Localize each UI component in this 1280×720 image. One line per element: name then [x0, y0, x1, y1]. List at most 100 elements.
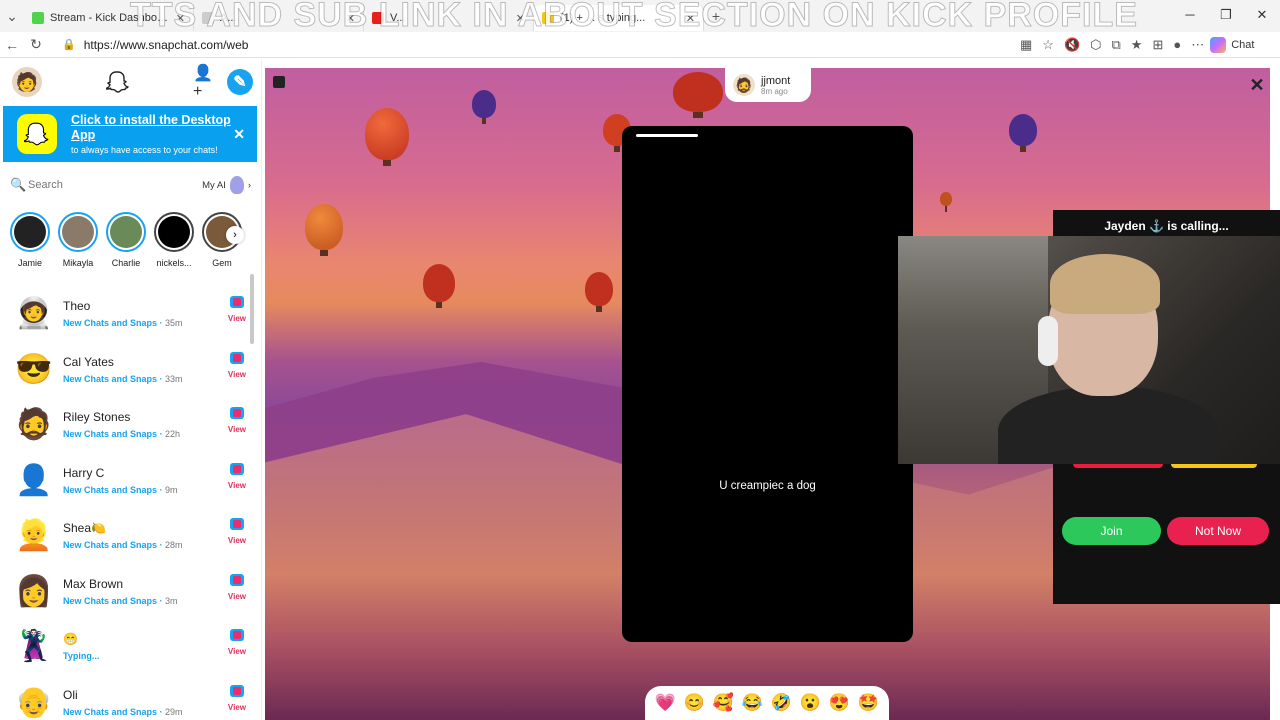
add-friend-icon[interactable]: 👤+ [193, 65, 219, 100]
call-panel-strips [1073, 464, 1258, 468]
url-field[interactable]: 🔒 https://www.snapchat.com/web [54, 33, 1014, 56]
my-bitmoji-avatar[interactable]: 🧑 [12, 67, 42, 97]
chat-row[interactable]: 👤 Harry C New Chats and Snaps · 9m View [0, 453, 258, 509]
chat-row[interactable]: 👴 Oli New Chats and Snaps · 29m View [0, 675, 258, 720]
chat-list: 🧑‍🚀 Theo New Chats and Snaps · 35m View … [0, 286, 258, 720]
snap-card[interactable]: U creampiec a dog [622, 126, 913, 642]
close-story-icon[interactable]: ✕ [1246, 74, 1268, 96]
decline-call-button[interactable]: Not Now [1167, 517, 1269, 545]
snap-camera-icon [229, 629, 244, 641]
close-tab-icon[interactable]: ✕ [346, 12, 355, 25]
balloon-image [940, 192, 952, 212]
reaction-rofl[interactable]: 🤣 [771, 693, 792, 713]
new-chat-button[interactable]: ✎ [227, 69, 253, 95]
search-row: 🔍 My AI › [10, 174, 251, 196]
view-snap-button[interactable]: View [228, 296, 246, 323]
new-tab-icon[interactable]: + [704, 8, 728, 24]
more-icon[interactable]: ⋯ [1191, 37, 1204, 53]
grid-icon[interactable]: ▦ [1020, 37, 1032, 53]
reaction-love[interactable]: 🥰 [713, 693, 734, 713]
story-item[interactable]: Mikayla [58, 212, 98, 272]
search-input[interactable] [28, 179, 203, 191]
story-poster[interactable]: 🧔 jjmont 8m ago [725, 68, 811, 102]
browser-tab-snapchat[interactable]: (1) + ... s typing... ✕ [534, 5, 704, 31]
install-desktop-banner[interactable]: Click to install the Desktop App to alwa… [3, 106, 257, 162]
chat-row[interactable]: 🦹 😁 Typing... View [0, 619, 258, 675]
close-tab-icon[interactable]: ✕ [516, 12, 525, 25]
chat-row[interactable]: 🧑‍🚀 Theo New Chats and Snaps · 35m View [0, 286, 258, 342]
browser-tab-youtube[interactable]: V... ✕ [364, 5, 534, 31]
extensions-icon[interactable]: ⬡ [1090, 37, 1101, 53]
friend-avatar: 👤 [15, 463, 53, 497]
view-snap-button[interactable]: View [228, 573, 246, 601]
stories-next-icon[interactable]: › [226, 226, 244, 244]
tab-list-icon[interactable]: ⌄ [0, 8, 24, 25]
reaction-heart-eyes[interactable]: 😍 [829, 693, 850, 713]
snapchat-logo-icon [17, 114, 57, 154]
snap-camera-icon [229, 684, 244, 697]
stop-icon[interactable] [273, 76, 285, 88]
poster-avatar: 🧔 [733, 74, 755, 96]
minimize-icon[interactable]: ─ [1172, 0, 1208, 32]
browser-toolbar: ▦ ☆ 🔇 ⬡ ⧉ ★ ⊞ ● ⋯ [1020, 37, 1204, 53]
snap-camera-icon [229, 462, 244, 475]
back-icon[interactable]: ← [0, 37, 24, 53]
reaction-smile[interactable]: 😊 [684, 693, 705, 713]
split-icon[interactable]: ⧉ [1112, 37, 1121, 53]
copilot-chat-button[interactable]: Chat [1210, 36, 1254, 53]
my-ai-button[interactable]: My AI › [202, 176, 251, 194]
story-item[interactable]: Charlie [106, 212, 146, 272]
close-window-icon[interactable]: ✕ [1244, 0, 1280, 32]
chat-row[interactable]: 👱 Shea🍋 New Chats and Snaps · 28m View [0, 508, 258, 564]
tab-title: (1) + ... s typing... [560, 12, 646, 24]
reaction-laugh[interactable]: 😂 [742, 693, 763, 713]
snap-camera-icon [229, 296, 244, 308]
story-name: Mikayla [62, 258, 94, 268]
view-snap-button[interactable]: View [228, 684, 246, 712]
tab-favicon-icon [202, 12, 214, 24]
tab-title: V... [390, 12, 406, 24]
close-tab-icon[interactable]: ✕ [176, 12, 185, 25]
view-snap-button[interactable]: View [228, 629, 246, 656]
headphones-icon [1038, 316, 1058, 366]
reaction-heart[interactable]: 💗 [655, 693, 676, 713]
balloon-image [305, 204, 343, 256]
close-tab-icon[interactable]: ✕ [686, 12, 695, 25]
browser-tabbar: ⌄ Stream - Kick Dashboard ✕ A... ✕ V... … [0, 0, 1280, 35]
balloon-image [1009, 114, 1037, 152]
story-name: Gem [212, 258, 232, 268]
youtube-favicon-icon [372, 12, 384, 24]
story-name: Jamie [17, 258, 42, 268]
favorites-icon[interactable]: ★ [1131, 37, 1143, 53]
my-ai-avatar-icon [229, 176, 244, 194]
reload-icon[interactable]: ↻ [24, 36, 48, 53]
view-snap-button[interactable]: View [228, 518, 246, 545]
view-snap-button[interactable]: View [228, 407, 246, 434]
snap-camera-icon [229, 518, 244, 530]
join-call-button[interactable]: Join [1062, 517, 1161, 545]
poster-name: jjmont [761, 74, 791, 87]
close-banner-icon[interactable]: ✕ [233, 126, 245, 143]
my-ai-label: My AI [202, 179, 226, 191]
browser-tab-2[interactable]: A... ✕ [194, 5, 364, 31]
mute-icon[interactable]: 🔇 [1064, 37, 1080, 53]
tab-title: Stream - Kick Dashboard [50, 12, 172, 24]
story-item[interactable]: Jamie [10, 212, 50, 272]
reaction-star-eyes[interactable]: 🤩 [858, 693, 879, 713]
chat-row[interactable]: 👩 Max Brown New Chats and Snaps · 3m Vie… [0, 564, 258, 620]
reaction-wow[interactable]: 😮 [800, 693, 821, 713]
restore-icon[interactable]: ❐ [1208, 0, 1244, 32]
address-bar-row: ← ↻ 🔒 https://www.snapchat.com/web ▦ ☆ 🔇… [0, 32, 1280, 58]
favorite-star-icon[interactable]: ☆ [1042, 37, 1054, 53]
view-snap-button[interactable]: View [228, 462, 246, 490]
view-snap-button[interactable]: View [228, 351, 246, 379]
friend-avatar: 👴 [15, 685, 53, 719]
chat-row[interactable]: 😎 Cal Yates New Chats and Snaps · 33m Vi… [0, 342, 258, 398]
banner-title[interactable]: Click to install the Desktop App [71, 113, 231, 143]
story-item[interactable]: nickels... [154, 212, 194, 272]
browser-tab-kick[interactable]: Stream - Kick Dashboard ✕ [24, 5, 194, 31]
profile-icon[interactable]: ● [1173, 37, 1181, 52]
chat-row[interactable]: 🧔 Riley Stones New Chats and Snaps · 22h… [0, 397, 258, 453]
poster-time: 8m ago [761, 86, 788, 96]
collections-icon[interactable]: ⊞ [1152, 37, 1163, 53]
